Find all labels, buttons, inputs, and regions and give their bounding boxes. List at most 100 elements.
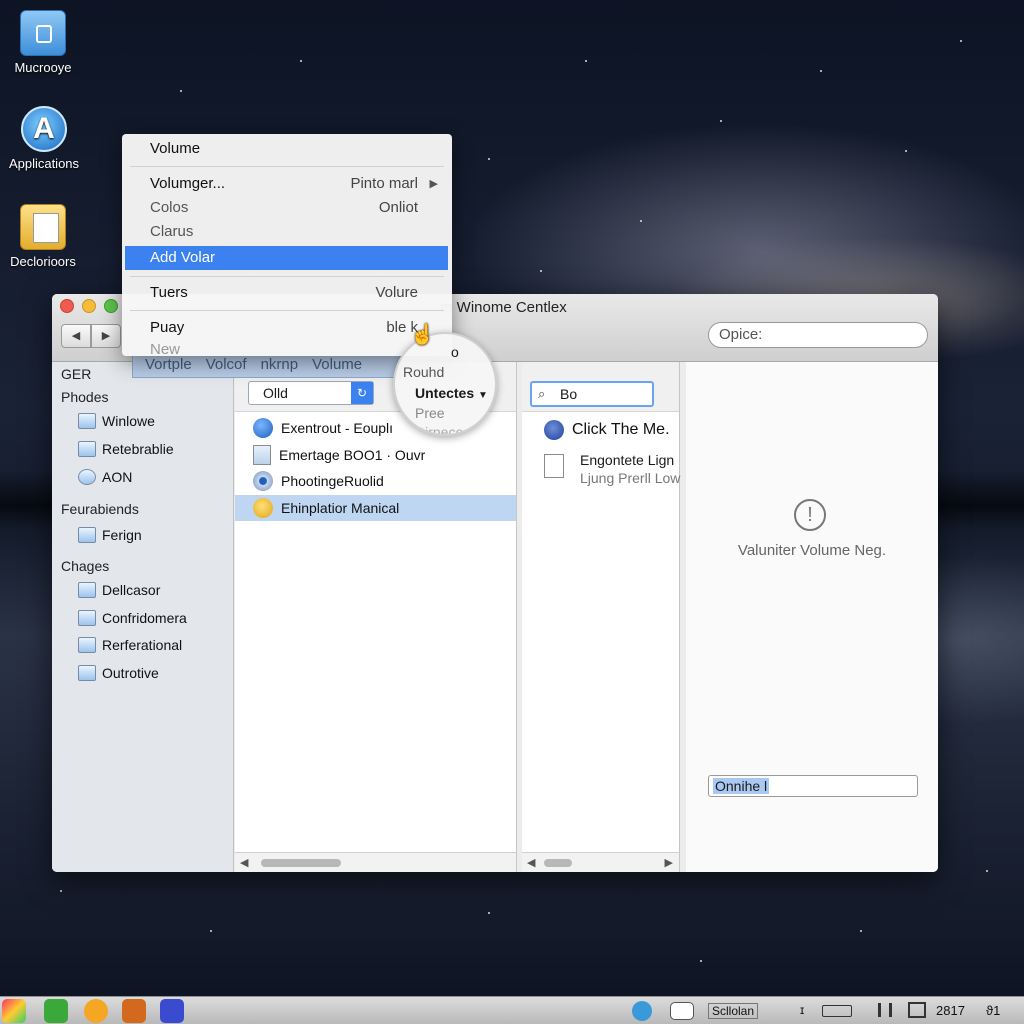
scroll-thumb[interactable] [544, 859, 572, 867]
list-item[interactable]: Engontete Lign Ljung Prerll Low [544, 450, 684, 490]
sidebar-item-label: Ferign [102, 527, 142, 543]
list-item-selected[interactable]: Ehinplatior Manical [235, 495, 516, 521]
horizontal-scrollbar[interactable]: ◀ [235, 852, 516, 872]
app-store-icon: A [21, 106, 67, 152]
list-item[interactable]: Click The Me. [522, 417, 679, 443]
sidebar: GER Phodes Winlowe Retebrablie AON Feura… [52, 362, 234, 872]
sidebar-item-label: Confridomera [102, 610, 187, 626]
package-app-icon[interactable] [122, 999, 146, 1023]
magnifier-lens: o Rouhd Untectes ▼ Pree Dirnece [393, 332, 497, 436]
monitor-icon [78, 582, 96, 598]
desktop-icon-documents[interactable]: Declorioors [0, 204, 88, 269]
filter-field[interactable]: Olld ↻ [248, 381, 374, 405]
window-title: m Winome Centlex [440, 299, 567, 316]
search-input[interactable]: Opice: [708, 322, 928, 348]
disc-app-icon[interactable] [160, 999, 184, 1023]
scroll-left-icon[interactable]: ◀ [240, 856, 248, 869]
menu-item-puay[interactable]: Puay ble k [122, 316, 452, 340]
menu-item-tuers[interactable]: Tuers Volure [122, 281, 452, 305]
help-icon [253, 418, 273, 438]
browser-app-icon[interactable] [84, 999, 108, 1023]
menu-item-label: Puay [150, 319, 185, 336]
preview-text-field[interactable]: Onnihe l [708, 775, 918, 797]
horizontal-scrollbar[interactable]: ◀ ▶ [522, 852, 679, 872]
menu-item-label: Volumger... [150, 175, 226, 192]
taskbar: Scllolan ɪ 2817 ϑ1 [0, 996, 1024, 1024]
tray-clock[interactable]: 2817 [936, 1003, 965, 1018]
close-button[interactable] [60, 299, 74, 313]
list-item-label: Emertage BOO1 · Ouvr [279, 447, 426, 463]
search-icon: ⌕ [538, 386, 546, 401]
strip-item[interactable]: Vortple [145, 353, 192, 377]
sidebar-item-outrotive[interactable]: Outrotive [78, 662, 159, 684]
sidebar-header-feurabiends: Feurabiends [61, 501, 139, 517]
list-item-label: Ehinplatior Manical [281, 500, 400, 516]
sidebar-item-dellcasor[interactable]: Dellcasor [78, 579, 160, 601]
forward-button[interactable]: ▶ [91, 324, 121, 348]
menu-item-colos[interactable]: Colos Onliot [122, 196, 452, 220]
info-icon [544, 420, 564, 440]
sidebar-item-confridomera[interactable]: Confridomera [78, 607, 187, 629]
menu-item-shortcut: Onliot [378, 199, 418, 216]
list-item[interactable]: PhootingeRuolid [235, 468, 516, 494]
sidebar-item-winlowe[interactable]: Winlowe [78, 410, 155, 432]
submenu-arrow-icon: ▶ [429, 178, 438, 190]
minimize-button[interactable] [82, 299, 96, 313]
column-toolbar: ⌕ Bo [522, 362, 679, 412]
desktop-icon-mucrooye[interactable]: Mucrooye [0, 10, 88, 75]
signal-icon[interactable] [878, 1003, 892, 1017]
sidebar-item-label: Winlowe [102, 413, 155, 429]
window-icon [78, 413, 96, 429]
preview-pane: ! Valuniter Volume Neg. Onnihe l [686, 362, 938, 872]
refresh-icon[interactable]: ↻ [351, 382, 373, 404]
menu-separator [130, 310, 444, 311]
scroll-right-icon[interactable]: ▶ [665, 856, 673, 869]
lens-text: o [451, 344, 459, 360]
sidebar-item-label: Dellcasor [102, 582, 161, 598]
start-icon[interactable] [2, 999, 26, 1023]
folder-icon [78, 527, 96, 543]
back-button[interactable]: ◀ [61, 324, 91, 348]
menu-item-label: Clarus [150, 223, 194, 240]
menu-item-volumger[interactable]: Volumger... Pinto marl ▶ [122, 172, 452, 196]
sidebar-item-ferign[interactable]: Ferign [78, 524, 142, 546]
calendar-icon[interactable] [908, 1002, 926, 1018]
network-tray-icon[interactable] [632, 1001, 652, 1021]
tray-status[interactable]: ϑ1 [986, 1003, 1000, 1018]
sidebar-item-rerferational[interactable]: Rerferational [78, 634, 182, 656]
filter-value: Olld [263, 385, 288, 401]
cursor-hand-icon: ☝ [410, 324, 435, 346]
menu-item-clarus[interactable]: Clarus [122, 220, 452, 244]
zoom-button[interactable] [104, 299, 118, 313]
menu-item-add-volar[interactable]: Add Volar [125, 246, 448, 270]
lens-text: Rouhd [403, 364, 445, 380]
strip-item[interactable]: Volcof [206, 353, 247, 377]
document-icon [253, 445, 271, 465]
disk-icon [253, 471, 273, 491]
column-browser-2: ⌕ Bo Click The Me. Engontete Lign Ljung … [522, 362, 680, 872]
sidebar-item-aon[interactable]: AON [78, 466, 132, 488]
display-icon [78, 610, 96, 626]
column-search-field[interactable]: ⌕ Bo [530, 381, 654, 407]
spreadsheet-app-icon[interactable] [44, 999, 68, 1023]
list-item-label: Engontete Lign [580, 452, 675, 468]
menu-item-label: Colos [150, 199, 189, 216]
sidebar-header-chages: Chages [61, 558, 110, 574]
sidebar-item-retebrablie[interactable]: Retebrablie [78, 438, 174, 460]
list-item[interactable]: Emertage BOO1 · Ouvr [235, 442, 516, 468]
desktop-icon-label: Declorioors [10, 254, 76, 269]
strip-item[interactable]: Volume [312, 353, 362, 377]
battery-icon[interactable] [822, 1005, 852, 1017]
strip-item[interactable]: nkrnp [261, 353, 299, 377]
lens-dropdown[interactable]: Untectes ▼ [415, 385, 488, 401]
preview-message: Valuniter Volume Neg. [737, 542, 887, 559]
desktop-icon-label: Applications [8, 156, 80, 171]
tray-label[interactable]: Scllolan [708, 1003, 759, 1019]
scroll-thumb[interactable] [261, 859, 341, 867]
mail-tray-icon[interactable] [670, 1002, 694, 1020]
sidebar-item-label: Outrotive [102, 665, 159, 681]
scroll-left-icon[interactable]: ◀ [527, 856, 535, 869]
desktop-icon-applications[interactable]: A Applications [0, 106, 89, 171]
column-browser-1: Olld ↻ Exentrout - Eouplı Emertage BOO1 … [235, 362, 517, 872]
info-icon: ! [794, 499, 826, 531]
